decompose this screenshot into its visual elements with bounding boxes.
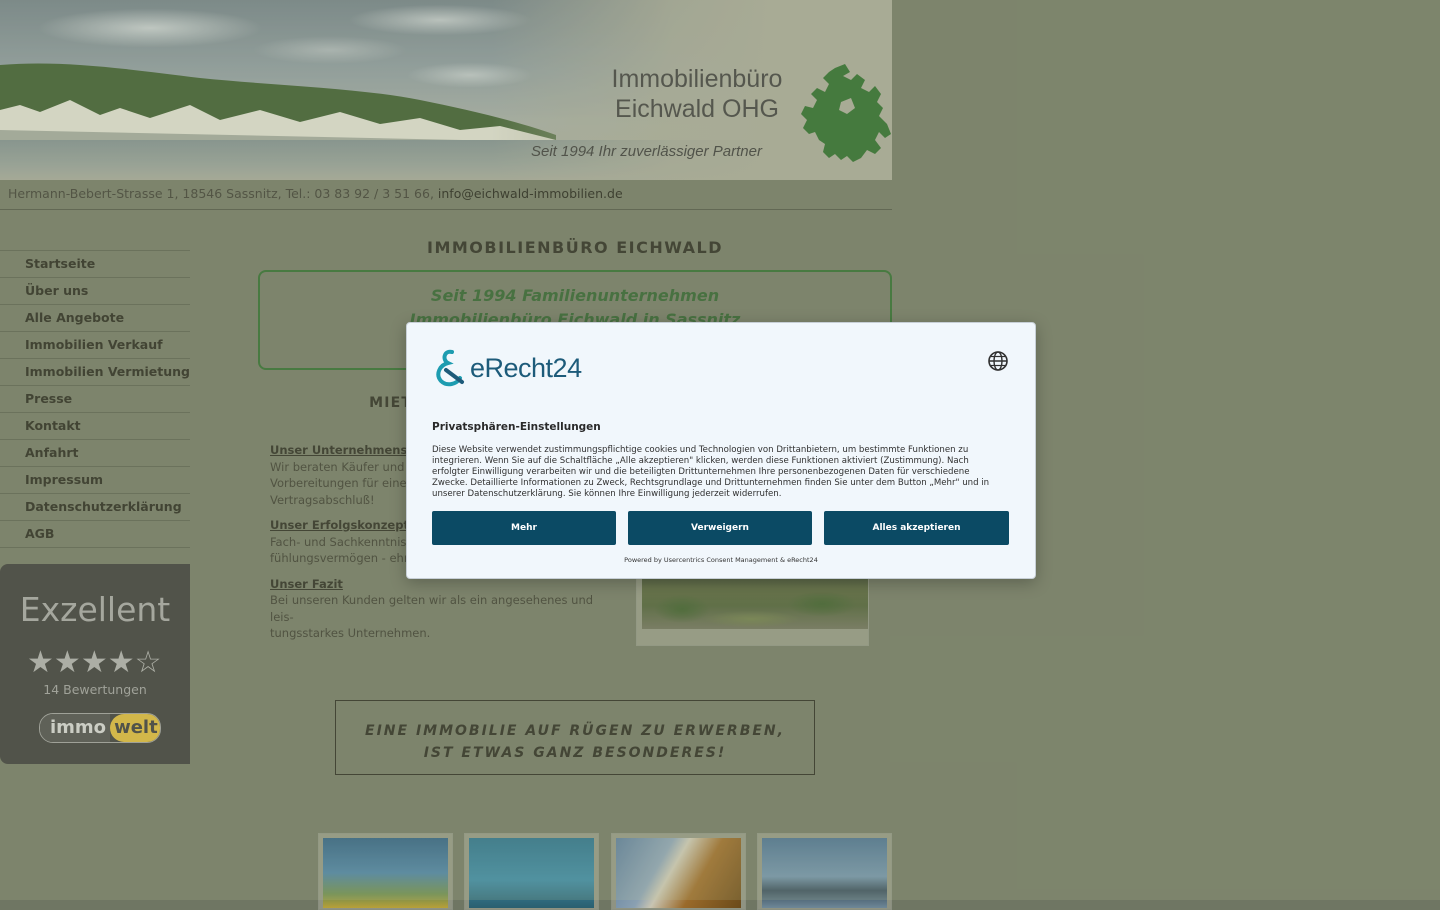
- deny-button[interactable]: Verweigern: [628, 511, 812, 545]
- erecht24-logo: eRecht24: [432, 348, 582, 388]
- more-button[interactable]: Mehr: [432, 511, 616, 545]
- erecht24-mark-icon: [436, 349, 464, 387]
- consent-description: Diese Website verwendet zustimmungspflic…: [432, 445, 990, 499]
- consent-title: Privatsphären-Einstellungen: [432, 421, 601, 433]
- brand-name: eRecht24: [470, 352, 582, 383]
- consent-dialog: eRecht24 Privatsphären-Einstellungen Die…: [406, 322, 1036, 579]
- powered-by: Powered by Usercentrics Consent Manageme…: [624, 556, 818, 564]
- accept-all-button[interactable]: Alles akzeptieren: [824, 511, 1009, 545]
- globe-icon[interactable]: [987, 350, 1009, 372]
